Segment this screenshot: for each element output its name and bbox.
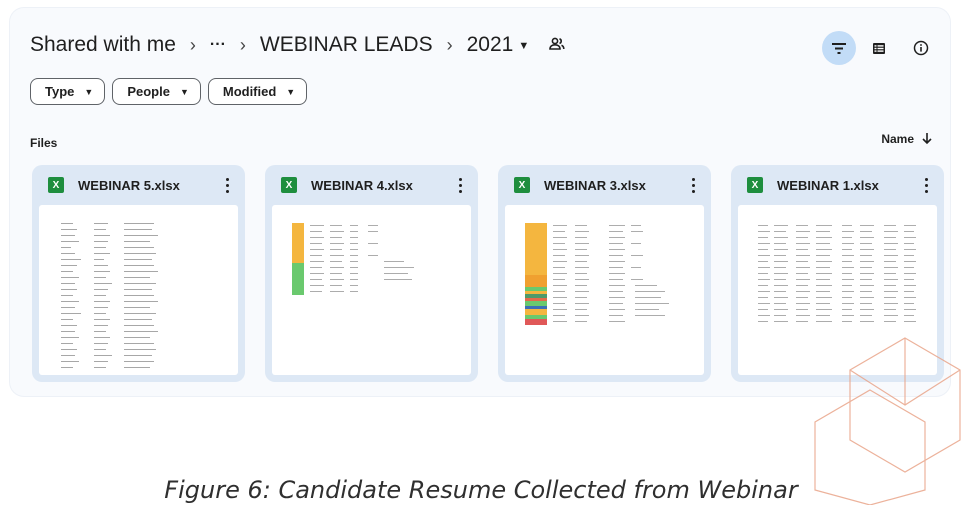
file-card[interactable]: X WEBINAR 5.xlsx	[32, 165, 245, 382]
caret-down-icon: ▼	[286, 86, 296, 97]
file-name: WEBINAR 1.xlsx	[777, 177, 879, 193]
sort-label: Name	[881, 132, 914, 146]
file-preview-thumbnail	[505, 205, 704, 375]
file-card-header: X WEBINAR 4.xlsx	[265, 165, 478, 205]
breadcrumb-separator-icon: ›	[239, 34, 246, 55]
info-icon	[913, 40, 929, 56]
file-preview-thumbnail	[272, 205, 471, 375]
breadcrumb-overflow[interactable]: ···	[210, 36, 226, 54]
file-name: WEBINAR 3.xlsx	[544, 177, 646, 193]
more-options-icon[interactable]	[918, 175, 934, 195]
info-button[interactable]	[904, 31, 938, 65]
figure-caption: Figure 6: Candidate Resume Collected fro…	[164, 476, 798, 504]
type-filter-chip[interactable]: Type ▼	[30, 78, 106, 105]
more-options-icon[interactable]	[219, 175, 235, 195]
filter-button[interactable]	[822, 31, 856, 65]
current-folder-label: 2021	[466, 33, 514, 56]
file-card-header: X WEBINAR 3.xlsx	[498, 165, 711, 205]
breadcrumb-separator-icon: ›	[446, 34, 453, 55]
caret-down-icon: ▼	[179, 86, 189, 97]
people-filter-label: People	[127, 84, 170, 99]
excel-file-icon: X	[48, 177, 64, 193]
filter-icon	[832, 42, 846, 54]
file-card-header: X WEBINAR 5.xlsx	[32, 165, 245, 205]
filter-chips: Type ▼ People ▼ Modified ▼	[30, 78, 308, 105]
breadcrumb: Shared with me › ··· › WEBINAR LEADS › 2…	[30, 33, 565, 57]
type-filter-label: Type	[45, 84, 75, 99]
file-name: WEBINAR 5.xlsx	[78, 177, 180, 193]
file-card[interactable]: X WEBINAR 3.xlsx	[498, 165, 711, 382]
breadcrumb-current-folder[interactable]: 2021 ▼	[467, 33, 530, 57]
file-card-header: X WEBINAR 1.xlsx	[731, 165, 944, 205]
file-preview-thumbnail	[39, 205, 238, 375]
file-name: WEBINAR 4.xlsx	[311, 177, 413, 193]
modified-filter-chip[interactable]: Modified ▼	[207, 78, 308, 105]
file-card[interactable]: X WEBINAR 4.xlsx	[265, 165, 478, 382]
excel-file-icon: X	[281, 177, 297, 193]
caret-down-icon: ▼	[84, 86, 94, 97]
excel-file-icon: X	[514, 177, 530, 193]
excel-file-icon: X	[747, 177, 763, 193]
people-filter-chip[interactable]: People ▼	[112, 78, 201, 105]
list-view-icon	[873, 42, 885, 54]
modified-filter-label: Modified	[222, 84, 277, 99]
breadcrumb-shared-with-me[interactable]: Shared with me	[30, 33, 176, 57]
list-view-button[interactable]	[862, 31, 896, 65]
shared-people-icon	[549, 37, 565, 50]
spreadsheet-preview	[525, 223, 669, 325]
spreadsheet-preview	[292, 223, 414, 295]
sort-by-name-button[interactable]: Name	[881, 132, 932, 146]
caret-down-icon: ▼	[518, 40, 530, 52]
breadcrumb-separator-icon: ›	[189, 34, 196, 55]
more-options-icon[interactable]	[452, 175, 468, 195]
more-options-icon[interactable]	[685, 175, 701, 195]
files-section-title: Files	[30, 136, 58, 150]
spreadsheet-preview	[61, 223, 158, 368]
breadcrumb-webinar-leads[interactable]: WEBINAR LEADS	[260, 33, 433, 57]
arrow-down-icon	[922, 133, 932, 145]
